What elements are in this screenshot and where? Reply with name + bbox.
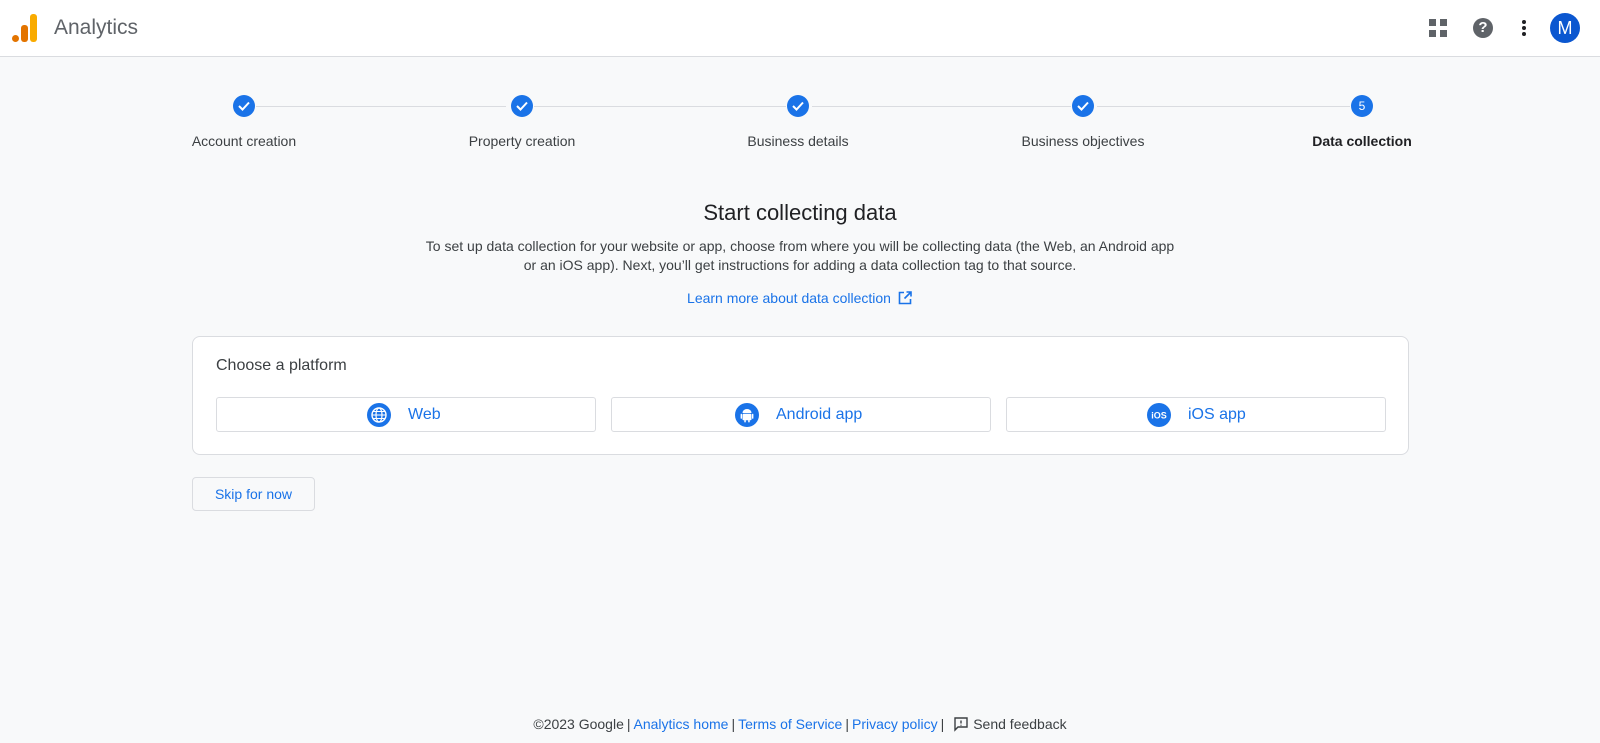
copyright-text: ©2023 Google	[533, 716, 624, 732]
svg-text:iOS: iOS	[1151, 411, 1167, 421]
privacy-policy-link[interactable]: Privacy policy	[852, 716, 938, 732]
step-complete-check-icon	[511, 95, 533, 117]
step-connector	[812, 106, 1071, 107]
external-link-icon	[897, 290, 913, 309]
step-connector	[256, 106, 506, 107]
analytics-logo[interactable]	[12, 14, 38, 42]
step-label-business-objectives: Business objectives	[1021, 133, 1145, 149]
page-title: Start collecting data	[703, 200, 897, 225]
step-complete-check-icon	[1072, 95, 1094, 117]
send-feedback-link[interactable]: Send feedback	[973, 716, 1066, 732]
skip-for-now-button[interactable]: Skip for now	[192, 477, 315, 511]
web-platform-button[interactable]: Web	[216, 397, 596, 432]
footer: ©2023 Google | Analytics home | Terms of Ser…	[0, 716, 1600, 735]
step-label-data-collection: Data collection	[1312, 133, 1412, 149]
terms-of-service-link[interactable]: Terms of Service	[738, 716, 842, 732]
step-number-badge: 5	[1351, 95, 1373, 117]
feedback-icon[interactable]	[953, 716, 969, 735]
setup-stepper: 5 Account creation Property creation Bus…	[0, 90, 1600, 160]
account-avatar[interactable]: M	[1550, 13, 1580, 43]
help-icon[interactable]: ?	[1469, 14, 1497, 42]
android-platform-label: Android app	[776, 406, 863, 423]
learn-more-link[interactable]: Learn more about data collection	[0, 290, 1600, 309]
app-title[interactable]: Analytics	[54, 16, 138, 40]
learn-more-label[interactable]: Learn more about data collection	[687, 290, 891, 306]
step-complete-check-icon	[233, 95, 255, 117]
web-platform-label: Web	[408, 406, 441, 423]
analytics-home-link[interactable]: Analytics home	[634, 716, 729, 732]
ios-platform-label: iOS app	[1188, 406, 1246, 423]
top-app-bar: Analytics ? M	[0, 0, 1600, 57]
android-icon	[735, 403, 759, 427]
globe-icon	[367, 403, 391, 427]
ios-icon: iOS	[1147, 403, 1171, 427]
platform-card-title: Choose a platform	[216, 357, 347, 374]
ios-platform-button[interactable]: iOS iOS app	[1006, 397, 1386, 432]
step-label-business-details: Business details	[747, 133, 849, 149]
step-complete-check-icon	[787, 95, 809, 117]
apps-grid-icon[interactable]	[1424, 14, 1452, 42]
step-connector	[1097, 106, 1350, 107]
step-connector	[534, 106, 786, 107]
page-description: To set up data collection for your websi…	[425, 238, 1175, 273]
more-vert-icon[interactable]	[1510, 14, 1538, 42]
android-platform-button[interactable]: Android app	[611, 397, 991, 432]
platform-card: Choose a platform Web Android app iOS iO…	[192, 336, 1409, 455]
step-label-property-creation: Property creation	[468, 133, 576, 149]
step-label-account-creation: Account creation	[191, 133, 297, 149]
